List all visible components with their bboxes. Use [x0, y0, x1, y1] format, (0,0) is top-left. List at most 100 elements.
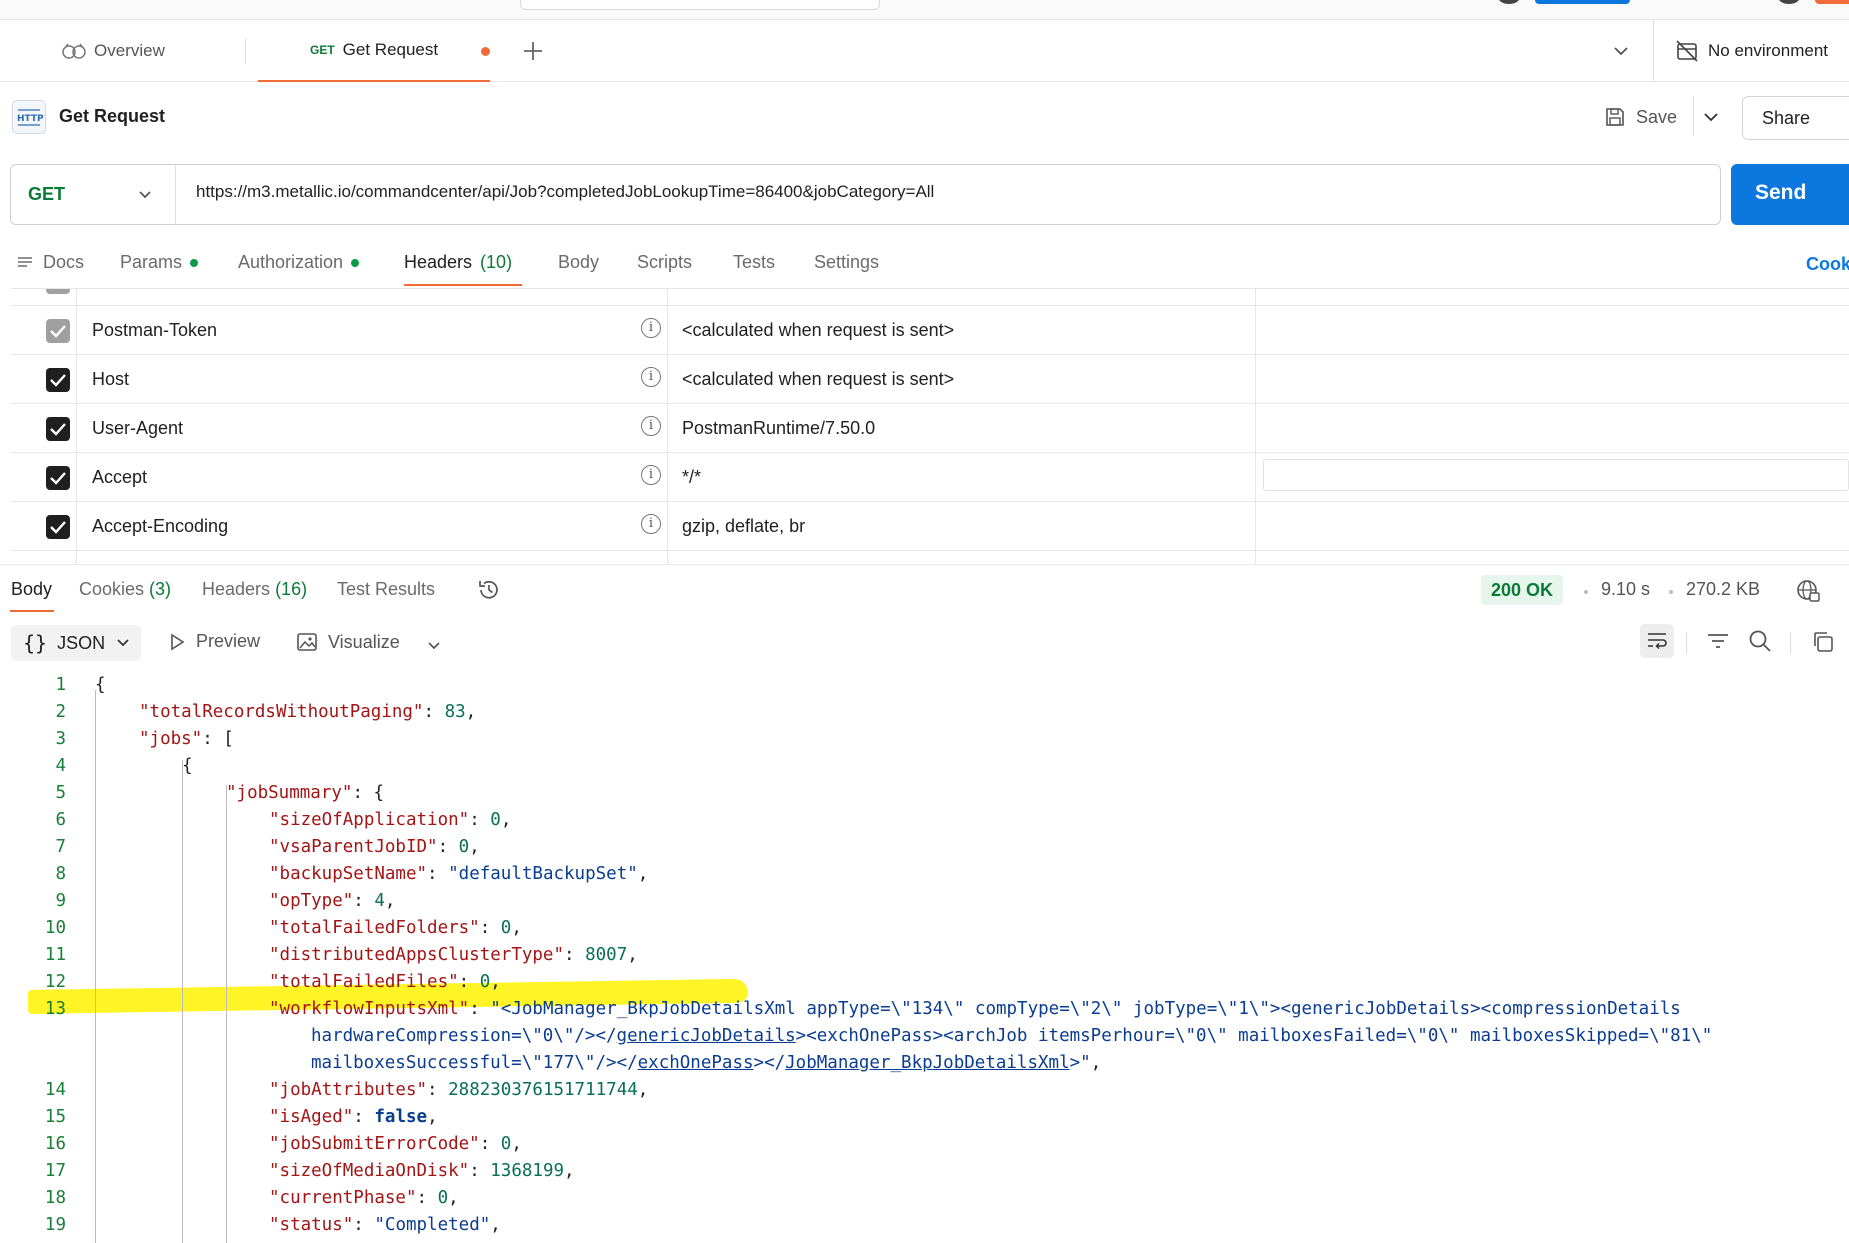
column-divider — [1255, 355, 1256, 404]
info-icon[interactable]: i — [641, 416, 661, 436]
account-button[interactable] — [1815, 0, 1849, 4]
tab-get-request[interactable]: GET Get Request — [258, 20, 490, 82]
tab-headers-label: Headers — [404, 252, 473, 272]
header-value[interactable]: gzip, deflate, br — [682, 516, 805, 537]
header-value[interactable]: <calculated when request is sent> — [682, 320, 954, 341]
xml-tag-link[interactable]: exchOnePass — [638, 1053, 754, 1073]
tab-headers[interactable]: Headers (10) — [404, 252, 512, 273]
row-checkbox[interactable] — [46, 368, 70, 392]
column-divider — [1255, 306, 1256, 355]
info-icon[interactable]: i — [641, 465, 661, 485]
cookies-link[interactable]: Cook — [1806, 254, 1849, 275]
filter-icon[interactable] — [1706, 631, 1730, 653]
meta-separator — [1669, 590, 1673, 594]
row-check-cell — [11, 306, 77, 355]
json-value: 288230376151711744 — [448, 1080, 638, 1100]
header-key[interactable]: Host — [92, 369, 129, 390]
settings-avatar[interactable] — [1778, 0, 1800, 4]
active-tab-indicator — [10, 610, 54, 612]
header-key[interactable]: Postman-Token — [92, 320, 217, 341]
table-row: Accept i */* — [11, 453, 1849, 502]
table-row: Host i <calculated when request is sent> — [11, 355, 1849, 404]
line-number: 5 — [55, 783, 66, 803]
chevron-down-icon[interactable] — [426, 638, 442, 654]
request-title[interactable]: Get Request — [59, 106, 165, 127]
format-select[interactable]: {} JSON — [11, 625, 141, 661]
environment-label: No environment — [1708, 41, 1829, 60]
wrap-lines-button[interactable] — [1640, 624, 1674, 658]
share-button[interactable]: Share — [1742, 96, 1849, 140]
search-icon[interactable] — [1748, 629, 1772, 653]
header-key[interactable]: User-Agent — [92, 418, 183, 439]
response-size[interactable]: 270.2 KB — [1686, 579, 1760, 600]
tab-tests[interactable]: Tests — [733, 252, 775, 273]
upgrade-button[interactable] — [1535, 0, 1630, 4]
header-value[interactable]: */* — [682, 467, 701, 488]
response-time[interactable]: 9.10 s — [1601, 579, 1650, 600]
description-input[interactable] — [1263, 459, 1849, 491]
row-checkbox[interactable] — [46, 319, 70, 343]
header-value[interactable]: <calculated when request is sent> — [682, 369, 954, 390]
header-key[interactable]: Accept — [92, 467, 147, 488]
info-icon[interactable]: i — [641, 318, 661, 338]
visualize-button[interactable]: Visualize — [296, 631, 400, 653]
row-checkbox[interactable] — [46, 466, 70, 490]
tab-overview[interactable]: Overview — [62, 20, 165, 82]
xml-tag-link[interactable]: JobManager_BkpJobDetailsXml — [785, 1053, 1069, 1073]
header-key[interactable]: Accept-Encoding — [92, 516, 228, 537]
json-key: "workflowInputsXml" — [269, 999, 470, 1019]
tab-params[interactable]: Params — [120, 252, 199, 273]
global-search-bar[interactable] — [520, 0, 880, 10]
history-icon[interactable] — [476, 577, 502, 603]
response-body-editor[interactable]: 1 { 2 "totalRecordsWithoutPaging": 83, 3… — [0, 670, 1849, 1243]
row-check-cell — [11, 453, 77, 502]
info-icon[interactable]: i — [641, 514, 661, 534]
tab-settings[interactable]: Settings — [814, 252, 879, 273]
tab-scripts[interactable]: Scripts — [637, 252, 692, 273]
json-key: "backupSetName" — [269, 864, 428, 884]
save-button[interactable]: Save — [1604, 100, 1677, 134]
tab-response-headers[interactable]: Headers (16) — [202, 579, 307, 600]
header-value[interactable]: PostmanRuntime/7.50.0 — [682, 418, 875, 439]
row-checkbox[interactable] — [46, 289, 70, 294]
overview-icon — [62, 42, 86, 60]
url-input[interactable]: https://m3.metallic.io/commandcenter/api… — [196, 182, 934, 202]
tab-authorization[interactable]: Authorization — [238, 252, 360, 273]
tab-bar: Overview GET Get Request No environment — [0, 20, 1849, 82]
chevron-down-icon[interactable] — [1612, 42, 1630, 60]
tab-response-cookies[interactable]: Cookies (3) — [79, 579, 171, 600]
json-value: "Completed" — [374, 1215, 491, 1235]
json-value: hardwareCompression=\"0\"/></ — [311, 1026, 617, 1046]
info-icon[interactable]: i — [641, 367, 661, 387]
table-row: Accept-Encoding i gzip, deflate, br — [11, 502, 1849, 551]
network-globe-icon[interactable] — [1795, 578, 1821, 604]
method-select[interactable]: GET — [11, 165, 176, 224]
avatar[interactable] — [1498, 0, 1520, 4]
tab-test-results[interactable]: Test Results — [337, 579, 435, 600]
preview-button[interactable]: Preview — [168, 631, 260, 652]
chevron-down-icon — [137, 187, 153, 203]
xml-tag-link[interactable]: genericJobDetails — [617, 1026, 796, 1046]
json-value: "defaultBackupSet" — [448, 864, 638, 884]
line-number: 8 — [55, 864, 66, 884]
row-checkbox[interactable] — [46, 417, 70, 441]
toolbar-divider — [1686, 632, 1687, 654]
json-value: ><exchOnePass><archJob itemsPerhour=\"0\… — [795, 1026, 1713, 1046]
status-badge[interactable]: 200 OK — [1481, 575, 1564, 605]
table-row — [11, 551, 1849, 564]
table-row: Postman-Token i <calculated when request… — [11, 306, 1849, 355]
send-button[interactable]: Send — [1731, 164, 1849, 225]
row-checkbox[interactable] — [46, 515, 70, 539]
tab-response-body[interactable]: Body — [11, 579, 52, 600]
environment-selector[interactable]: No environment — [1676, 20, 1828, 82]
chevron-down-icon[interactable] — [1702, 108, 1720, 126]
line-number: 10 — [44, 918, 66, 938]
tab-docs[interactable]: Docs — [17, 252, 84, 273]
tab-body[interactable]: Body — [558, 252, 599, 273]
authorization-active-dot — [351, 258, 360, 267]
copy-icon[interactable] — [1811, 630, 1835, 654]
plus-icon[interactable] — [520, 38, 546, 64]
tab-docs-label: Docs — [43, 252, 85, 272]
column-divider — [667, 355, 668, 404]
code-line: "jobAttributes": 288230376151711744, — [269, 1080, 649, 1100]
